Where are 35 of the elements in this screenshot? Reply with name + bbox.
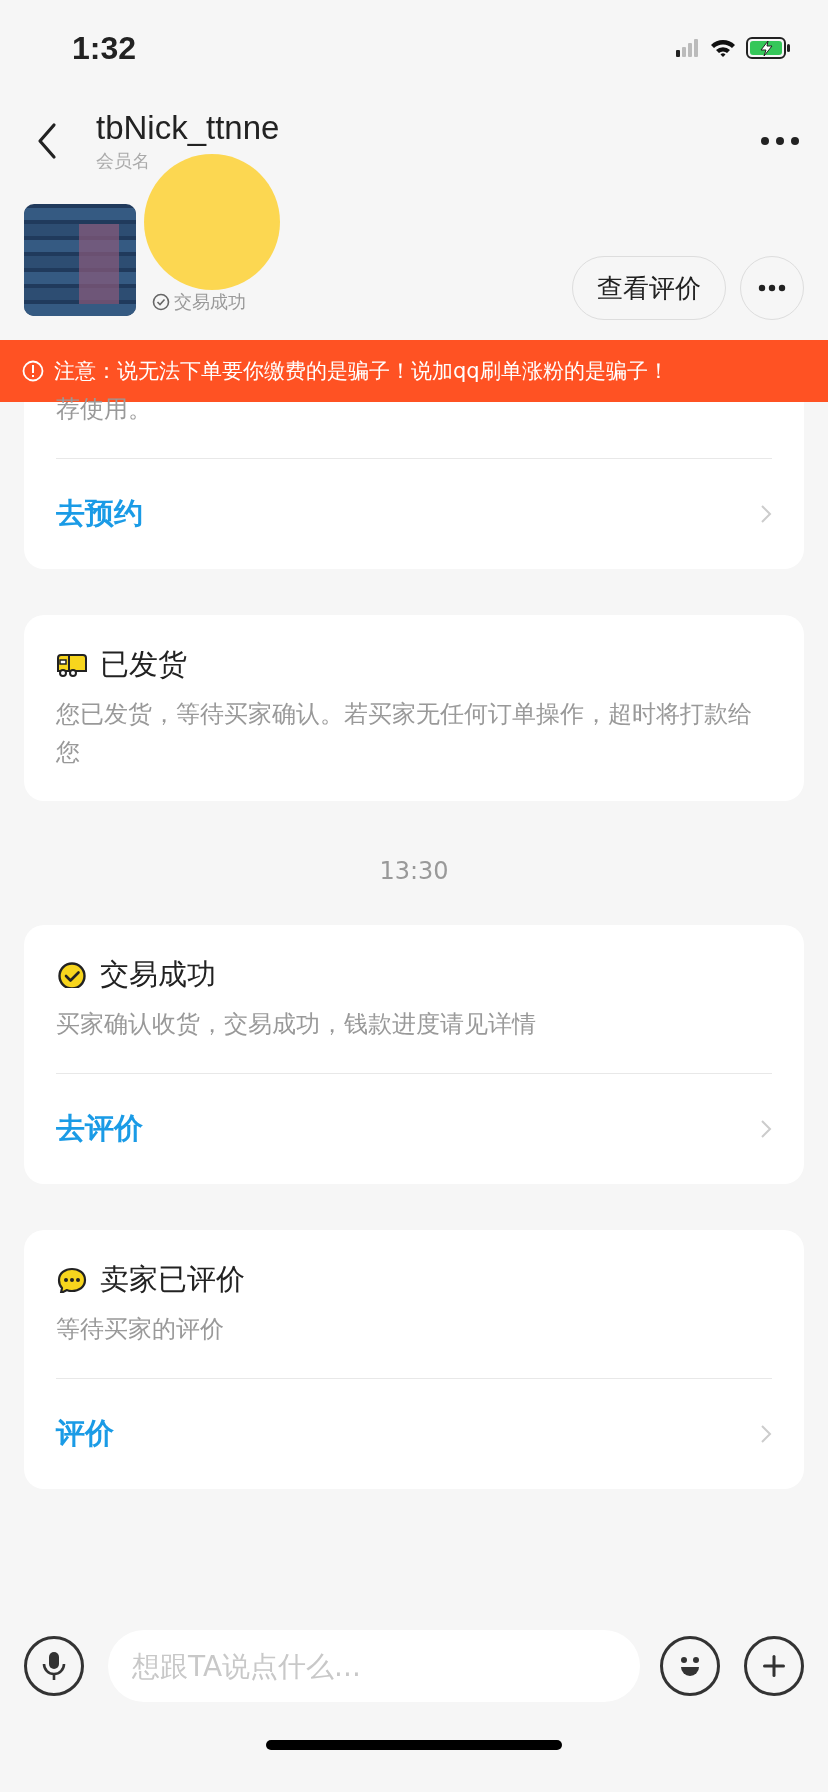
chevron-right-icon (760, 1424, 772, 1444)
more-icon (758, 284, 786, 292)
chat-title: tbNick_ttnne (96, 108, 281, 148)
view-reviews-button[interactable]: 查看评价 (572, 256, 726, 320)
card-title: 已发货 (100, 646, 187, 683)
truck-icon (56, 652, 88, 678)
timestamp: 13:30 (378, 857, 450, 885)
add-button[interactable] (744, 1636, 804, 1696)
card-text: 买家确认收货，交易成功，钱款进度请见详情 (56, 1009, 537, 1040)
back-icon[interactable] (36, 122, 58, 160)
card-action-link[interactable]: 去评价 (56, 1074, 772, 1184)
wifi-icon (710, 38, 736, 58)
chat-bubble-icon (56, 1267, 88, 1293)
chevron-right-icon (760, 1119, 772, 1139)
card-title: 交易成功 (100, 956, 216, 993)
check-circle-icon (152, 293, 170, 311)
card-text: 等待买家的评价 (56, 1314, 225, 1345)
member-name: 会员名 (96, 149, 151, 173)
microphone-icon (42, 1651, 66, 1681)
status-time: 1:32 (72, 29, 137, 67)
order-status: 交易成功 (174, 290, 246, 314)
card-text: 您已发货，等待买家确认。若买家无任何订单操作，超时将打款给您 (56, 699, 753, 768)
voice-button[interactable] (24, 1636, 84, 1696)
card-title: 卖家已评价 (100, 1261, 245, 1298)
signal-icon (676, 39, 700, 57)
more-icon[interactable] (760, 136, 800, 146)
card-action-link[interactable]: 去预约 (56, 459, 772, 569)
warning-icon (22, 360, 44, 382)
chevron-right-icon (760, 504, 772, 524)
plus-icon (762, 1654, 786, 1678)
battery-icon (746, 37, 792, 59)
warning-text: 注意：说无法下单要你缴费的是骗子！说加qq刷单涨粉的是骗子！ (54, 358, 669, 385)
emoji-button[interactable] (660, 1636, 720, 1696)
card-action-link[interactable]: 评价 (56, 1379, 772, 1489)
card-text: 荐使用。 (56, 394, 153, 425)
